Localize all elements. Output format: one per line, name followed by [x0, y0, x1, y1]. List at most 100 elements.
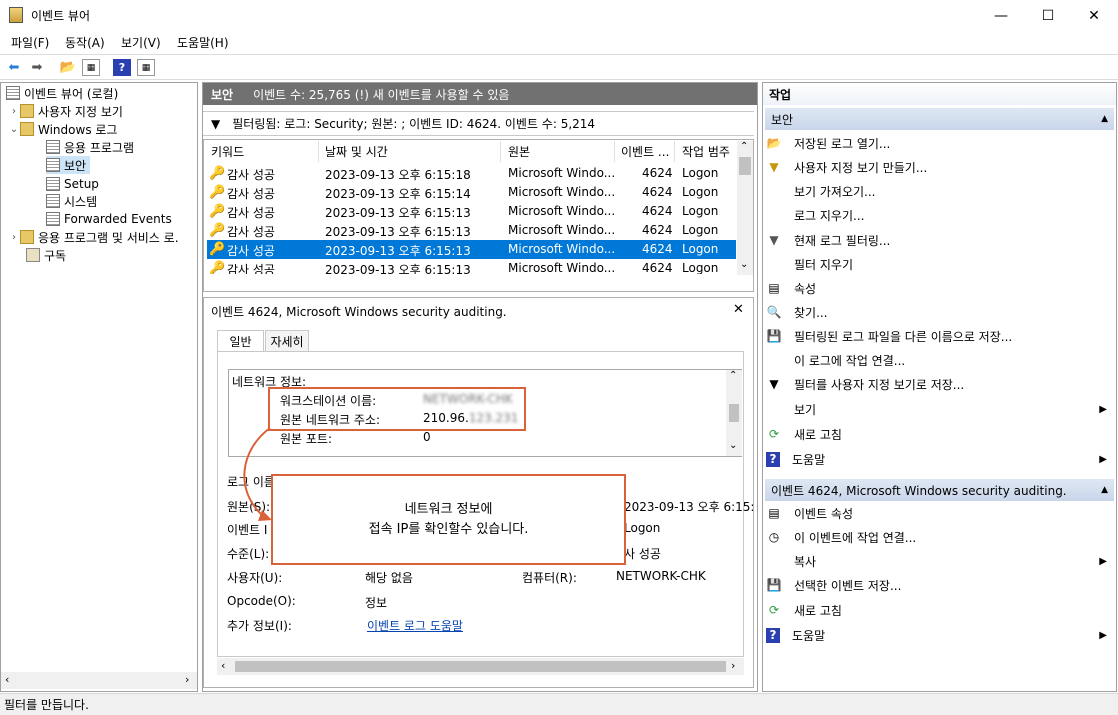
action-find[interactable]: 🔍 찾기... [766, 301, 1111, 323]
scroll-down-icon[interactable]: ⌄ [729, 440, 737, 451]
back-arrow-icon[interactable]: ⬅ [5, 59, 23, 76]
tree-item-application[interactable]: 응용 프로그램 [46, 138, 134, 156]
task-category-value: Logon [624, 521, 661, 535]
table-row[interactable]: 🔑 감사 성공 2023-09-13 오후 6:15:13 Microsoft Win… [207, 259, 736, 274]
description-scrollbar[interactable]: ⌃ ⌄ [726, 370, 742, 456]
tree-item-subscriptions[interactable]: 구독 [26, 246, 66, 264]
table-row[interactable]: 🔑 감사 성공 2023-09-13 오후 6:15:13 Microsoft Win… [207, 221, 736, 240]
action-refresh[interactable]: ⟳ 새로 고침 [766, 423, 1111, 445]
tree-item-setup[interactable]: Setup [46, 175, 99, 193]
action-attach-task-to-log[interactable]: 이 로그에 작업 연결... [766, 349, 1111, 371]
actions-section-event[interactable]: 이벤트 4624, Microsoft Windows security aud… [765, 479, 1114, 501]
show-hide-tree-icon[interactable]: ▦ [82, 59, 100, 76]
key-icon: 🔑 [209, 166, 226, 181]
tree-item-security[interactable]: 보안 [46, 156, 91, 174]
close-button[interactable]: ✕ [1071, 0, 1117, 31]
action-attach-task-to-event[interactable]: ◷ 이 이벤트에 작업 연결... [766, 526, 1111, 548]
tree-horizontal-scrollbar[interactable]: ‹ › [1, 672, 197, 689]
chevron-down-icon[interactable]: ⌄ [8, 124, 20, 135]
tab-general[interactable]: 일반 [217, 330, 264, 352]
scroll-up-icon[interactable]: ⌃ [729, 370, 737, 381]
log-icon [46, 158, 60, 172]
opcode-label: Opcode(O): [227, 594, 296, 608]
user-label: 사용자(U): [227, 571, 283, 585]
scroll-left-icon[interactable]: ‹ [5, 673, 9, 686]
chevron-right-icon[interactable]: › [8, 106, 20, 117]
column-event-id[interactable]: 이벤트 ... [617, 141, 675, 162]
table-row[interactable]: 🔑 감사 성공 2023-09-13 오후 6:15:13 Microsoft Win… [207, 202, 736, 221]
action-clear-log[interactable]: 로그 지우기... [766, 204, 1111, 226]
address-blurred-part: 123.231 [468, 411, 519, 425]
folder-up-icon[interactable]: 📂 [59, 59, 77, 76]
menu-file[interactable]: 파일(F) [11, 34, 49, 51]
scroll-up-icon[interactable]: ⌃ [740, 141, 748, 152]
action-label: 사용자 지정 보기 만들기... [794, 160, 928, 175]
collapse-up-icon[interactable]: ▲ [1101, 485, 1108, 495]
tree-item-custom-views[interactable]: › 사용자 지정 보기 [8, 102, 123, 120]
action-create-custom-view[interactable]: ▼ 사용자 지정 보기 만들기... [766, 156, 1111, 178]
column-source[interactable]: 원본 [504, 141, 615, 162]
action-help-event[interactable]: ? 도움말 ▶ [766, 624, 1111, 646]
tree-item-windows-logs[interactable]: ⌄ Windows 로그 [8, 120, 117, 138]
chevron-right-icon[interactable]: › [8, 232, 20, 243]
scroll-right-icon[interactable]: › [185, 673, 189, 686]
scroll-left-icon[interactable]: ‹ [221, 659, 225, 672]
cell-datetime: 2023-09-13 오후 6:15:14 [325, 187, 471, 201]
scroll-thumb[interactable] [729, 404, 739, 422]
scroll-right-icon[interactable]: › [731, 659, 735, 672]
action-save-selected-event[interactable]: 💾 선택한 이벤트 저장... [766, 574, 1111, 596]
cell-task-category: Logon [682, 223, 719, 237]
action-open-saved-log[interactable]: 📂 저장된 로그 열기... [766, 132, 1111, 154]
cell-task-category: Logon [682, 166, 719, 180]
key-icon: 🔑 [209, 261, 226, 274]
tree-item-root[interactable]: 이벤트 뷰어 (로컬) [6, 84, 118, 102]
menu-view[interactable]: 보기(V) [121, 34, 161, 51]
tree-item-app-services[interactable]: › 응용 프로그램 및 서비스 로. [8, 228, 196, 246]
scroll-thumb[interactable] [739, 157, 751, 175]
table-row[interactable]: 🔑 감사 성공 2023-09-13 오후 6:15:18 Microsoft Win… [207, 164, 736, 183]
show-hide-action-pane-icon[interactable]: ▦ [137, 59, 155, 76]
table-row-selected[interactable]: 🔑 감사 성공 2023-09-13 오후 6:15:13 Microsoft Win… [207, 240, 736, 259]
action-view[interactable]: 보기 ▶ [766, 398, 1111, 420]
actions-section-security[interactable]: 보안 ▲ [765, 108, 1114, 130]
column-keyword[interactable]: 키워드 [207, 141, 319, 162]
scroll-down-icon[interactable]: ⌄ [740, 259, 748, 270]
menu-help[interactable]: 도움말(H) [177, 34, 229, 51]
help-icon[interactable]: ? [113, 59, 131, 76]
log-header-title: 보안 [211, 87, 234, 102]
action-refresh-event[interactable]: ⟳ 새로 고침 [766, 599, 1111, 621]
collapse-up-icon[interactable]: ▲ [1101, 114, 1108, 124]
maximize-button[interactable]: ☐ [1025, 0, 1071, 31]
tab-details[interactable]: 자세히 [265, 330, 309, 352]
event-list-scrollbar[interactable]: ⌃ ⌄ [737, 141, 753, 275]
event-viewer-app-icon [9, 7, 23, 23]
action-clear-filter[interactable]: 필터 지우기 [766, 253, 1111, 275]
action-import-view[interactable]: 보기 가져오기... [766, 180, 1111, 202]
tree-item-system[interactable]: 시스템 [46, 192, 97, 210]
action-event-properties[interactable]: ▤ 이벤트 속성 [766, 502, 1111, 524]
scroll-thumb[interactable] [235, 661, 726, 672]
cell-event-id: 4624 [642, 204, 673, 218]
menu-action[interactable]: 동작(A) [65, 34, 105, 51]
refresh-icon: ⟳ [768, 603, 780, 617]
action-filter-current-log[interactable]: ▼ 현재 로그 필터링... [766, 229, 1111, 251]
action-copy[interactable]: 복사 ▶ [766, 550, 1111, 572]
action-help[interactable]: ? 도움말 ▶ [766, 448, 1111, 470]
filter-text: 필터링됨: 로그: Security; 원본: ; 이벤트 ID: 4624. … [232, 117, 596, 131]
column-datetime[interactable]: 날짜 및 시간 [321, 141, 501, 162]
minimize-button[interactable]: — [978, 0, 1024, 31]
action-save-filter-to-view[interactable]: ▼ 필터를 사용자 지정 보기로 저장... [766, 373, 1111, 395]
column-task-category[interactable]: 작업 범주 [678, 141, 736, 162]
event-log-help-link[interactable]: 이벤트 로그 도움말 [367, 617, 463, 634]
table-row[interactable]: 🔑 감사 성공 2023-09-13 오후 6:15:14 Microsoft Win… [207, 183, 736, 202]
user-value: 해당 없음 [365, 571, 413, 585]
action-properties[interactable]: ▤ 속성 [766, 277, 1111, 299]
forward-arrow-icon[interactable]: ➡ [28, 59, 46, 76]
action-label: 이 로그에 작업 연결... [794, 353, 906, 368]
detail-horizontal-scrollbar[interactable]: ‹ › [217, 658, 744, 675]
close-icon[interactable]: ✕ [733, 302, 744, 317]
filter-bar: ▼ 필터링됨: 로그: Security; 원본: ; 이벤트 ID: 4624.… [203, 111, 754, 136]
workstation-label: 워크스테이션 이름: [280, 394, 377, 408]
tree-item-forwarded-events[interactable]: Forwarded Events [46, 210, 172, 228]
action-save-filtered-log[interactable]: 💾 필터링된 로그 파일을 다른 이름으로 저장... [766, 325, 1111, 347]
